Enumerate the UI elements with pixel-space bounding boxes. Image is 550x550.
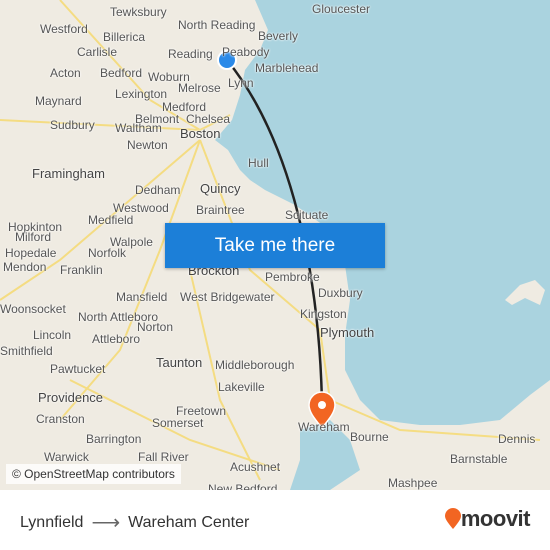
place-label: Milford bbox=[15, 230, 52, 244]
place-label: Lincoln bbox=[33, 328, 72, 342]
route-summary: Lynnfield ⟶ Wareham Center bbox=[20, 510, 249, 535]
place-label: Sudbury bbox=[50, 118, 95, 132]
arrow-right-icon: ⟶ bbox=[91, 512, 121, 534]
place-label: Gloucester bbox=[312, 2, 371, 16]
place-label: Wareham bbox=[298, 420, 350, 434]
place-label: Lakeville bbox=[218, 380, 265, 394]
place-label: Billerica bbox=[103, 30, 146, 44]
place-label: Norton bbox=[137, 320, 174, 334]
place-label: Mashpee bbox=[388, 476, 438, 490]
place-label: Barnstable bbox=[450, 452, 508, 466]
place-label: Hull bbox=[248, 156, 269, 170]
place-label: Newton bbox=[127, 138, 168, 152]
place-label: Plymouth bbox=[320, 325, 375, 340]
place-label: Franklin bbox=[60, 263, 103, 277]
place-label: Dedham bbox=[135, 183, 181, 197]
place-label: Mansfield bbox=[116, 290, 168, 304]
place-label: Kingston bbox=[300, 307, 347, 321]
place-label: Dennis bbox=[498, 432, 536, 446]
place-label: Lynn bbox=[228, 76, 254, 90]
place-label: Framingham bbox=[32, 166, 105, 181]
destination-name: Wareham Center bbox=[128, 513, 250, 531]
place-label: Acushnet bbox=[230, 460, 281, 474]
place-label: Smithfield bbox=[0, 344, 53, 358]
place-label: Tewksbury bbox=[110, 5, 167, 19]
place-label: Providence bbox=[38, 390, 104, 405]
place-label: Middleborough bbox=[215, 358, 295, 372]
place-label: North Reading bbox=[178, 18, 256, 32]
place-label: Westford bbox=[40, 22, 88, 36]
place-label: Woonsocket bbox=[0, 302, 66, 316]
brand-name: moovit bbox=[460, 506, 531, 531]
place-label: Melrose bbox=[178, 81, 221, 95]
place-label: Hopedale bbox=[5, 246, 57, 260]
place-label: Carlisle bbox=[77, 45, 118, 59]
place-label: Bourne bbox=[350, 430, 389, 444]
place-label: Taunton bbox=[156, 355, 203, 370]
place-label: Scituate bbox=[285, 208, 329, 222]
take-me-there-button[interactable]: Take me there bbox=[165, 223, 385, 268]
moovit-pin-icon bbox=[444, 508, 461, 529]
map[interactable]: Gloucester Tewksbury North Reading Westford… bbox=[0, 0, 550, 490]
place-label: Duxbury bbox=[318, 286, 363, 300]
place-label: New Bedford bbox=[208, 482, 278, 490]
place-label: Norfolk bbox=[88, 246, 127, 260]
place-label: Cranston bbox=[36, 412, 85, 426]
place-label: Waltham bbox=[115, 121, 162, 135]
place-label: Pawtucket bbox=[50, 362, 106, 376]
moovit-logo[interactable]: moovit bbox=[444, 506, 531, 532]
place-label: Somerset bbox=[152, 416, 204, 430]
place-label: Fall River bbox=[138, 450, 189, 464]
place-label: Marblehead bbox=[255, 61, 319, 75]
place-label: Boston bbox=[180, 126, 221, 141]
place-label: Peabody bbox=[222, 45, 270, 59]
place-label: Beverly bbox=[258, 29, 299, 43]
place-label: Chelsea bbox=[186, 112, 231, 126]
place-label: Medfield bbox=[88, 213, 134, 227]
place-label: Lexington bbox=[115, 87, 168, 101]
place-label: Acton bbox=[50, 66, 81, 80]
place-label: West Bridgewater bbox=[180, 290, 275, 304]
place-label: Mendon bbox=[3, 260, 47, 274]
place-label: Quincy bbox=[200, 181, 241, 196]
place-label: Maynard bbox=[35, 94, 82, 108]
place-label: Pembroke bbox=[265, 270, 320, 284]
footer-bar: Lynnfield ⟶ Wareham Center moovit bbox=[0, 490, 550, 550]
place-label: Attleboro bbox=[92, 332, 141, 346]
place-label: Warwick bbox=[44, 450, 89, 464]
place-label: Braintree bbox=[196, 203, 245, 217]
place-label: Bedford bbox=[100, 66, 143, 80]
place-label: Barrington bbox=[86, 432, 142, 446]
origin-name: Lynnfield bbox=[20, 513, 84, 531]
place-label: Reading bbox=[168, 47, 213, 61]
map-attribution[interactable]: © OpenStreetMap contributors bbox=[6, 464, 181, 484]
